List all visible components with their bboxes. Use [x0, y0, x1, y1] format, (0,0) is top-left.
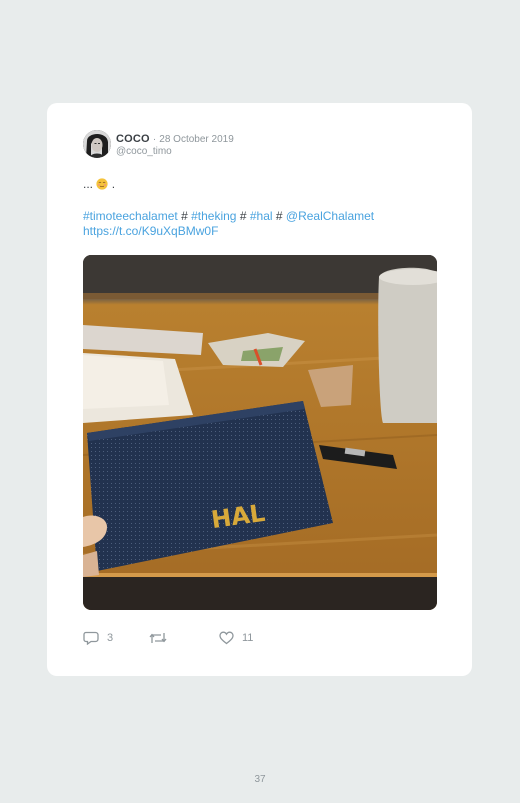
hashtag-link[interactable]: #timoteechalamet	[83, 209, 178, 223]
relieved-face-icon	[96, 178, 108, 190]
page-number: 37	[254, 774, 266, 785]
reply-count: 3	[107, 632, 114, 644]
tweet-actions: 3 11	[83, 631, 303, 647]
reply-icon[interactable]	[83, 631, 99, 645]
tweet-photo[interactable]: HAL	[83, 255, 437, 610]
reply-action[interactable]: 3	[83, 631, 113, 645]
hash-separator: #	[239, 209, 247, 223]
hash-separator: #	[181, 209, 188, 223]
like-count: 11	[242, 632, 254, 644]
retweet-action[interactable]	[149, 631, 175, 645]
avatar[interactable]	[83, 130, 111, 158]
author-name[interactable]: COCO	[116, 133, 150, 145]
hashtag-link[interactable]: #hal	[250, 209, 273, 223]
like-action[interactable]: 11	[219, 631, 253, 645]
retweet-icon[interactable]	[149, 631, 167, 645]
tweet-text: ... .	[83, 177, 115, 191]
tweet-text-suffix: .	[111, 177, 116, 191]
tweet-date[interactable]: 28 October 2019	[159, 134, 234, 145]
tweet-url-line: https://t.co/K9uXqBMw0F	[83, 224, 218, 238]
hashtag-link[interactable]: #theking	[191, 209, 236, 223]
tweet-url-link[interactable]: https://t.co/K9uXqBMw0F	[83, 224, 218, 238]
mention-link[interactable]: @RealChalamet	[286, 209, 374, 223]
date-separator: ·	[152, 134, 157, 145]
tweet-hashtags: #timoteechalamet # #theking # #hal # @Re…	[83, 209, 374, 223]
tweet-card: COCO · 28 October 2019 @coco_timo ... . …	[47, 103, 472, 676]
tweet-text-prefix: ...	[83, 177, 94, 191]
hash-separator: #	[275, 209, 283, 223]
author-handle[interactable]: @coco_timo	[116, 146, 172, 157]
tweet-header: COCO · 28 October 2019	[116, 133, 234, 145]
heart-icon[interactable]	[219, 631, 234, 645]
